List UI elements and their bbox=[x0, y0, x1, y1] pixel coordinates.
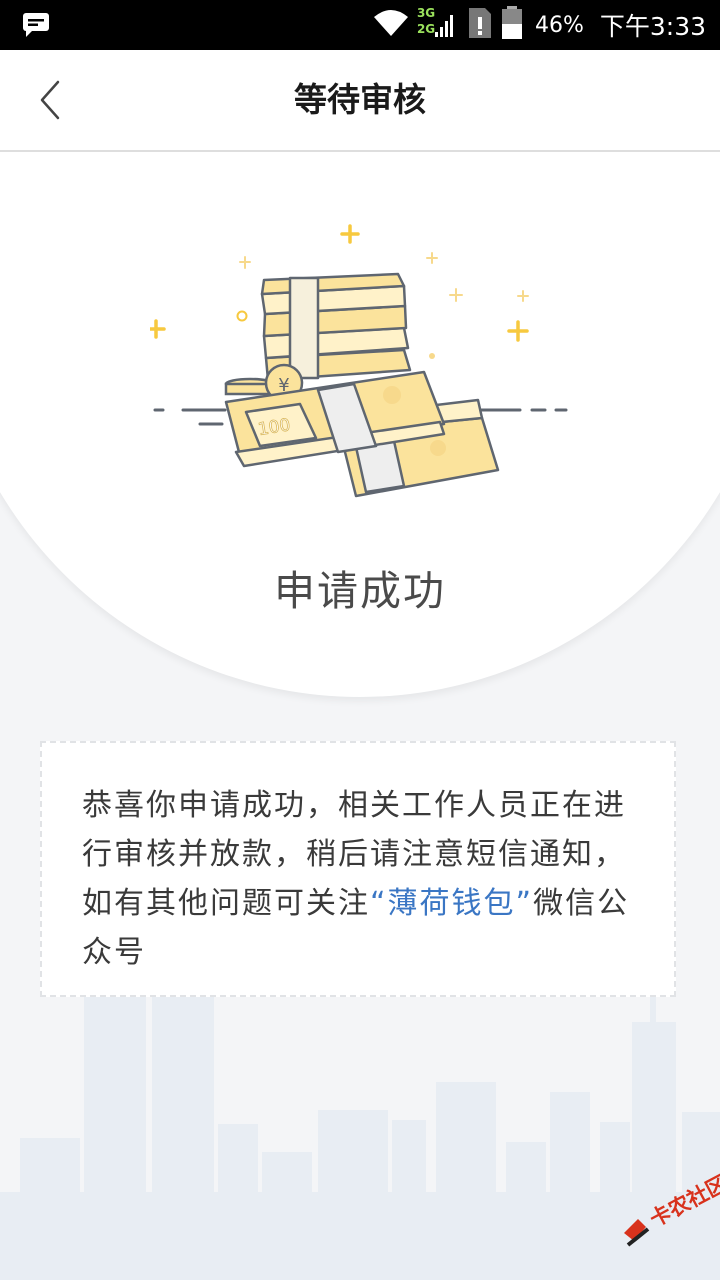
community-watermark: 卡农社区 bbox=[618, 1171, 720, 1255]
sim-alert-icon bbox=[467, 6, 493, 44]
application-success-title: 申请成功 bbox=[274, 567, 446, 615]
navigation-bar: 等待审核 bbox=[0, 50, 720, 152]
network-2g-label: 2G bbox=[416, 22, 436, 36]
battery-icon bbox=[501, 6, 523, 44]
network-3g-label: 3G bbox=[416, 6, 436, 20]
main-content: ¥ 100 申请成功 恭喜你申请成功，相关工作人员正在进行审核并放款，稍后请注意… bbox=[0, 152, 720, 1280]
signal-bars-icon bbox=[434, 15, 453, 37]
clock: 下午3:33 bbox=[599, 12, 706, 41]
message-notification-icon bbox=[22, 12, 50, 42]
page-title: 等待审核 bbox=[294, 80, 426, 119]
wifi-icon bbox=[373, 9, 409, 41]
message-box: 恭喜你申请成功，相关工作人员正在进行审核并放款，稍后请注意短信通知，如有其他问题… bbox=[40, 741, 676, 997]
status-bar: 3G 2G 46% 下午3:33 bbox=[0, 0, 720, 50]
network-type-icon: 3G 2G bbox=[417, 0, 461, 50]
message-text: 恭喜你申请成功，相关工作人员正在进行审核并放款，稍后请注意短信通知，如有其他问题… bbox=[82, 781, 636, 977]
battery-percent: 46% bbox=[534, 12, 584, 38]
money-stack-illustration: ¥ 100 bbox=[150, 224, 568, 498]
wechat-account-link[interactable]: “薄荷钱包” bbox=[370, 886, 533, 921]
